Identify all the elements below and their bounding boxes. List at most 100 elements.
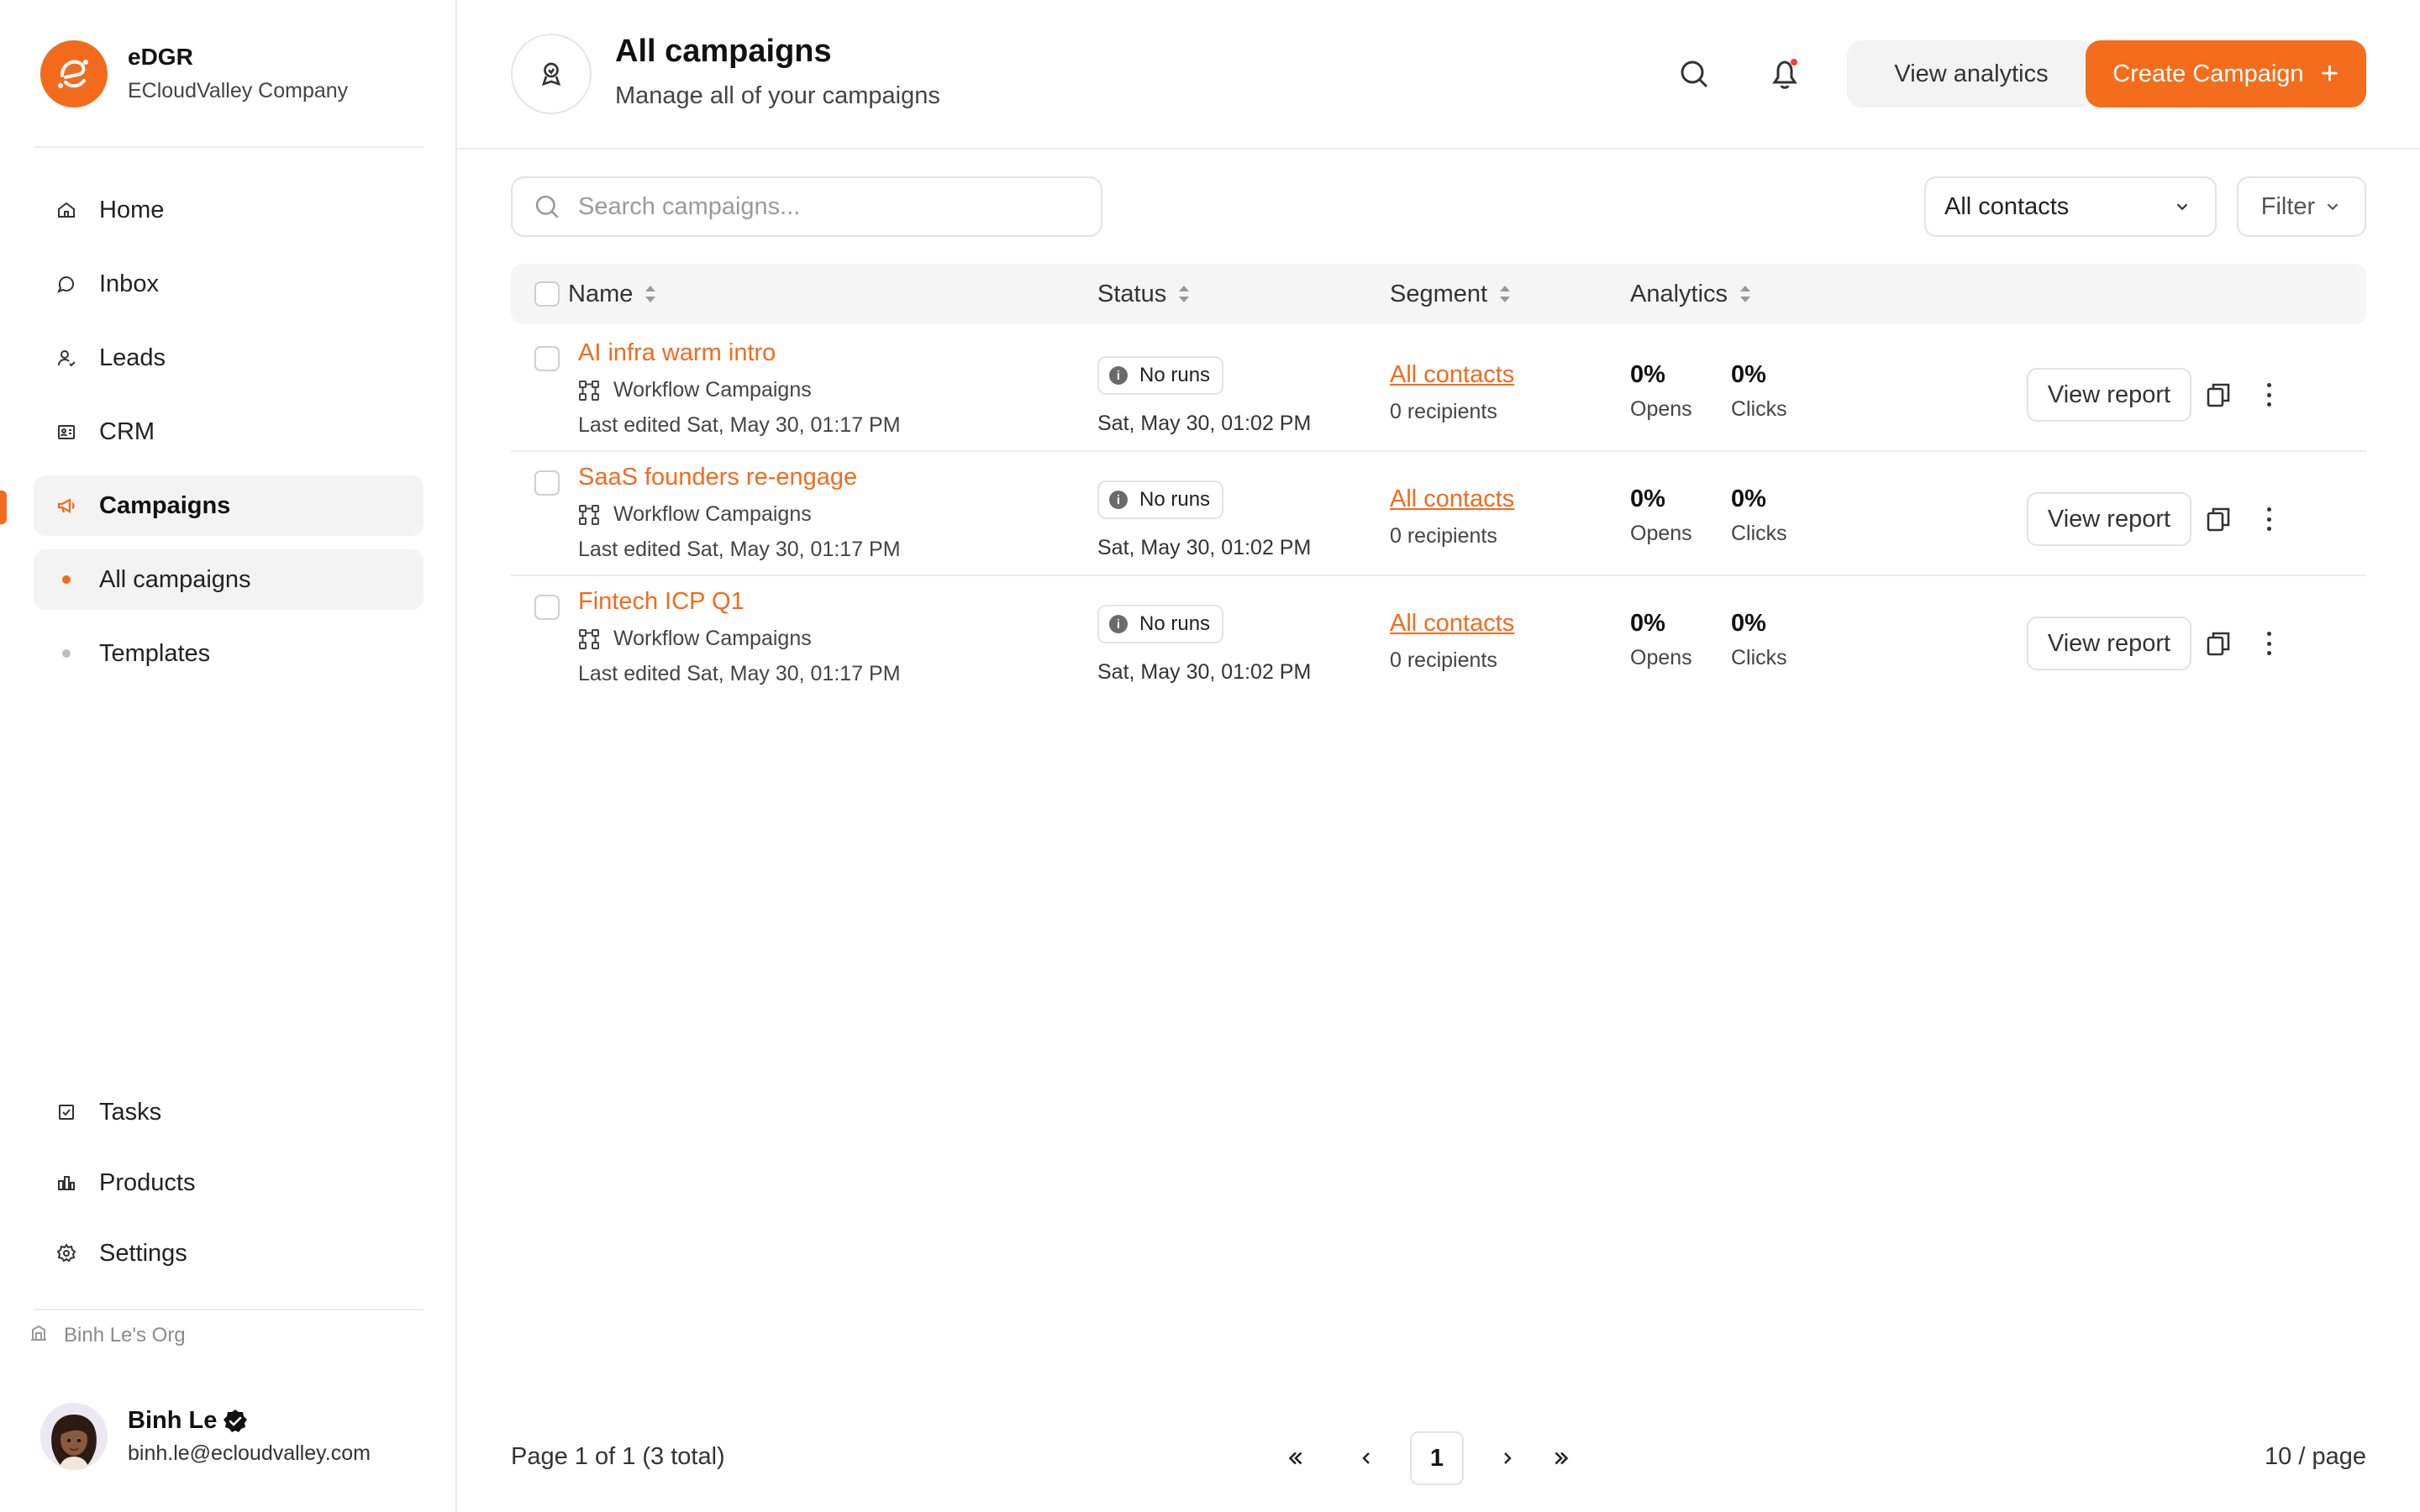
user-name: Binh Le	[128, 1407, 218, 1434]
column-segment[interactable]: Segment	[1390, 264, 1512, 324]
status-label: No runs	[1139, 488, 1211, 511]
column-name[interactable]: Name	[568, 264, 658, 324]
info-icon: i	[1109, 491, 1128, 509]
table-row[interactable]: Fintech ICP Q1 Workflow Campaigns Last e…	[511, 576, 2366, 701]
products-icon	[55, 1172, 77, 1194]
nav-item-settings[interactable]: Settings	[34, 1223, 424, 1284]
crm-icon	[55, 421, 77, 443]
filter-button[interactable]: Filter	[2237, 176, 2366, 237]
segment-recipients: 0 recipients	[1390, 400, 1497, 423]
last-page-icon	[1555, 1452, 1569, 1465]
notifications-button[interactable]	[1768, 55, 1802, 92]
verified-icon	[224, 1409, 248, 1432]
create-campaign-button[interactable]: Create Campaign +	[2086, 40, 2366, 108]
table-header: Name Status Segment Analytics	[511, 264, 2366, 324]
org-switcher[interactable]: Binh Le's Org	[29, 1322, 186, 1348]
workflow-icon	[579, 504, 599, 525]
status-date: Sat, May 30, 01:02 PM	[1097, 536, 1312, 559]
view-report-button[interactable]: View report	[2027, 492, 2191, 546]
select-all-checkbox[interactable]	[534, 281, 560, 307]
search-input[interactable]	[578, 192, 1082, 221]
row-checkbox[interactable]	[534, 346, 560, 371]
table-row[interactable]: AI infra warm intro Workflow Campaigns L…	[511, 328, 2366, 452]
pagination-info: Page 1 of 1 (3 total)	[511, 1443, 725, 1470]
workflow-icon	[579, 628, 599, 649]
nav-item-tasks[interactable]: Tasks	[34, 1082, 424, 1142]
nav-label-inbox: Inbox	[99, 270, 159, 297]
search-campaigns[interactable]	[511, 176, 1102, 237]
status-badge: i No runs	[1097, 605, 1224, 643]
nav-item-home[interactable]: Home	[34, 180, 424, 240]
table-row[interactable]: SaaS founders re-engage Workflow Campaig…	[511, 452, 2366, 576]
view-report-button[interactable]: View report	[2027, 368, 2191, 422]
copy-icon	[2207, 632, 2230, 656]
status-date: Sat, May 30, 01:02 PM	[1097, 660, 1312, 684]
row-checkbox[interactable]	[534, 470, 560, 496]
duplicate-button[interactable]	[2205, 506, 2232, 533]
header-search-button[interactable]	[1677, 57, 1711, 91]
column-segment-label: Segment	[1390, 280, 1488, 307]
nav-item-leads[interactable]: Leads	[34, 328, 424, 388]
clicks-stat: 0% Clicks	[1731, 486, 1787, 546]
campaigns-icon	[55, 495, 77, 517]
nav-label-tasks: Tasks	[99, 1098, 162, 1126]
campaign-type-label: Workflow Campaigns	[613, 378, 812, 402]
prev-page-button[interactable]	[1339, 1431, 1393, 1485]
column-status[interactable]: Status	[1097, 264, 1192, 324]
app: eDGR ECloudValley Company Home Inbox Lea…	[0, 0, 2420, 1512]
nav-item-products[interactable]: Products	[34, 1152, 424, 1213]
chevron-down-icon	[2327, 203, 2338, 211]
chevron-down-icon	[2176, 203, 2188, 211]
plus-icon: +	[2320, 56, 2339, 92]
nav-item-crm[interactable]: CRM	[34, 402, 424, 462]
last-edited: Last edited Sat, May 30, 01:17 PM	[578, 413, 901, 437]
segment-link[interactable]: All contacts	[1390, 610, 1514, 638]
more-options-button[interactable]	[2262, 628, 2275, 659]
page-size-select[interactable]: 10 / page	[2265, 1443, 2366, 1471]
more-options-button[interactable]	[2262, 380, 2275, 410]
first-page-button[interactable]	[1269, 1431, 1323, 1485]
campaign-name-link[interactable]: AI infra warm intro	[578, 339, 776, 367]
view-analytics-button[interactable]: View analytics	[1847, 40, 2096, 108]
more-options-button[interactable]	[2262, 504, 2275, 534]
last-page-button[interactable]	[1534, 1431, 1588, 1485]
duplicate-button[interactable]	[2205, 630, 2232, 657]
bottom-nav: Tasks Products Settings	[34, 1082, 424, 1294]
opens-label: Opens	[1630, 397, 1692, 421]
contacts-select[interactable]: All contacts	[1924, 176, 2217, 237]
nav-label-home: Home	[99, 196, 165, 223]
campaign-type-label: Workflow Campaigns	[613, 502, 812, 526]
next-page-button[interactable]	[1481, 1431, 1534, 1485]
row-checkbox[interactable]	[534, 595, 560, 620]
nav-label-settings: Settings	[99, 1239, 187, 1267]
page-header: All campaigns Manage all of your campaig…	[457, 0, 2420, 150]
segment-link[interactable]: All contacts	[1390, 486, 1514, 513]
status-label: No runs	[1139, 612, 1211, 635]
campaign-name-link[interactable]: Fintech ICP Q1	[578, 588, 744, 616]
brand[interactable]: eDGR ECloudValley Company	[40, 40, 348, 108]
user-profile[interactable]: Binh Le binh.le@ecloudvalley.com	[40, 1403, 371, 1470]
column-analytics[interactable]: Analytics	[1630, 264, 1753, 324]
page-title: All campaigns	[615, 34, 832, 69]
current-page-button[interactable]: 1	[1410, 1431, 1464, 1485]
opens-label: Opens	[1630, 522, 1692, 545]
opens-stat: 0% Opens	[1630, 486, 1692, 546]
nav-item-inbox[interactable]: Inbox	[34, 254, 424, 314]
first-page-icon	[1288, 1452, 1302, 1465]
nav-item-campaigns[interactable]: Campaigns	[34, 475, 424, 536]
bell-icon	[1772, 59, 1797, 89]
inactive-dot	[62, 649, 71, 658]
status-badge: i No runs	[1097, 356, 1224, 395]
campaign-type: Workflow Campaigns	[578, 378, 812, 402]
info-icon: i	[1109, 615, 1128, 633]
nav-item-templates[interactable]: Templates	[34, 623, 424, 684]
clicks-value: 0%	[1731, 610, 1766, 637]
duplicate-button[interactable]	[2205, 381, 2232, 408]
segment-link[interactable]: All contacts	[1390, 361, 1514, 389]
segment-recipients: 0 recipients	[1390, 648, 1497, 672]
nav-item-all-campaigns[interactable]: All campaigns	[34, 549, 424, 610]
view-report-button[interactable]: View report	[2027, 617, 2191, 670]
campaign-name-link[interactable]: SaaS founders re-engage	[578, 464, 857, 491]
page-subtitle: Manage all of your campaigns	[615, 82, 940, 109]
next-page-icon	[1504, 1452, 1512, 1464]
